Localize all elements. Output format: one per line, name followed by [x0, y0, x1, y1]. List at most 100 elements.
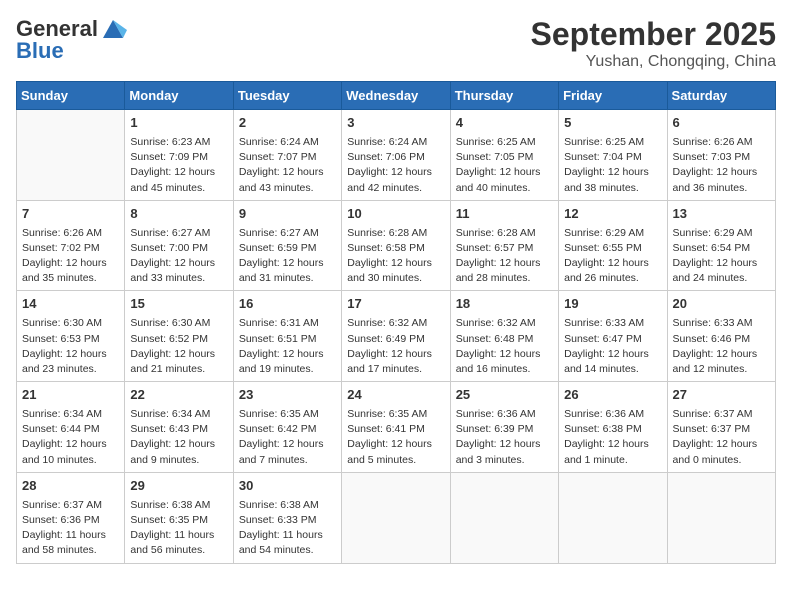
calendar-cell: 4Sunrise: 6:25 AM Sunset: 7:05 PM Daylig… [450, 110, 558, 201]
day-number: 20 [673, 295, 770, 314]
week-row-1: 1Sunrise: 6:23 AM Sunset: 7:09 PM Daylig… [17, 110, 776, 201]
day-number: 19 [564, 295, 661, 314]
day-details: Sunrise: 6:30 AM Sunset: 6:53 PM Dayligh… [22, 316, 119, 377]
day-details: Sunrise: 6:27 AM Sunset: 7:00 PM Dayligh… [130, 226, 227, 287]
calendar-cell: 20 Sunrise: 6:33 AM Sunset: 6:46 PM Dayli… [667, 291, 775, 382]
week-row-3: 14 Sunrise: 6:30 AM Sunset: 6:53 PM Dayli… [17, 291, 776, 382]
day-number: 12 [564, 205, 661, 224]
day-number: 30 [239, 477, 336, 496]
day-number: 4 [456, 114, 553, 133]
day-number: 24 [347, 386, 444, 405]
day-details: Sunrise: 6:35 AM Sunset: 6:42 PM Dayligh… [239, 407, 336, 468]
day-details: Sunrise: 6:29 AM Sunset: 6:55 PM Dayligh… [564, 226, 661, 287]
day-number: 14 [22, 295, 119, 314]
calendar-cell [342, 472, 450, 563]
day-number: 25 [456, 386, 553, 405]
calendar-cell: 28 Sunrise: 6:37 AM Sunset: 6:36 PM Dayli… [17, 472, 125, 563]
calendar-body: 1Sunrise: 6:23 AM Sunset: 7:09 PM Daylig… [17, 110, 776, 564]
weekday-header-tuesday: Tuesday [233, 82, 341, 110]
day-number: 28 [22, 477, 119, 496]
calendar-cell: 21Sunrise: 6:34 AM Sunset: 6:44 PM Dayli… [17, 382, 125, 473]
day-number: 9 [239, 205, 336, 224]
day-details: Sunrise: 6:34 AM Sunset: 6:44 PM Dayligh… [22, 407, 119, 468]
day-details: Sunrise: 6:35 AM Sunset: 6:41 PM Dayligh… [347, 407, 444, 468]
calendar-cell: 26 Sunrise: 6:36 AM Sunset: 6:38 PM Dayli… [559, 382, 667, 473]
day-details: Sunrise: 6:29 AM Sunset: 6:54 PM Dayligh… [673, 226, 770, 287]
week-row-5: 28 Sunrise: 6:37 AM Sunset: 6:36 PM Dayli… [17, 472, 776, 563]
calendar-cell: 9 Sunrise: 6:27 AM Sunset: 6:59 PM Daylig… [233, 200, 341, 291]
day-details: Sunrise: 6:32 AM Sunset: 6:48 PM Dayligh… [456, 316, 553, 377]
calendar-table: SundayMondayTuesdayWednesdayThursdayFrid… [16, 81, 776, 564]
day-number: 15 [130, 295, 227, 314]
calendar-cell: 15Sunrise: 6:30 AM Sunset: 6:52 PM Dayli… [125, 291, 233, 382]
calendar-cell: 11 Sunrise: 6:28 AM Sunset: 6:57 PM Dayli… [450, 200, 558, 291]
day-number: 16 [239, 295, 336, 314]
day-number: 5 [564, 114, 661, 133]
day-details: Sunrise: 6:37 AM Sunset: 6:37 PM Dayligh… [673, 407, 770, 468]
day-details: Sunrise: 6:25 AM Sunset: 7:04 PM Dayligh… [564, 135, 661, 196]
calendar-cell [17, 110, 125, 201]
day-details: Sunrise: 6:34 AM Sunset: 6:43 PM Dayligh… [130, 407, 227, 468]
logo: General Blue [16, 16, 128, 64]
calendar-cell: 29 Sunrise: 6:38 AM Sunset: 6:35 PM Dayli… [125, 472, 233, 563]
weekday-header-sunday: Sunday [17, 82, 125, 110]
calendar-cell: 17 Sunrise: 6:32 AM Sunset: 6:49 PM Dayli… [342, 291, 450, 382]
calendar-cell: 27 Sunrise: 6:37 AM Sunset: 6:37 PM Dayli… [667, 382, 775, 473]
calendar-cell: 2 Sunrise: 6:24 AM Sunset: 7:07 PM Daylig… [233, 110, 341, 201]
day-number: 3 [347, 114, 444, 133]
weekday-row: SundayMondayTuesdayWednesdayThursdayFrid… [17, 82, 776, 110]
calendar-cell: 10 Sunrise: 6:28 AM Sunset: 6:58 PM Dayli… [342, 200, 450, 291]
calendar-cell: 30 Sunrise: 6:38 AM Sunset: 6:33 PM Dayli… [233, 472, 341, 563]
calendar-cell: 7Sunrise: 6:26 AM Sunset: 7:02 PM Daylig… [17, 200, 125, 291]
day-details: Sunrise: 6:37 AM Sunset: 6:36 PM Dayligh… [22, 498, 119, 559]
weekday-header-thursday: Thursday [450, 82, 558, 110]
calendar-cell: 22 Sunrise: 6:34 AM Sunset: 6:43 PM Dayli… [125, 382, 233, 473]
day-number: 23 [239, 386, 336, 405]
day-number: 17 [347, 295, 444, 314]
day-details: Sunrise: 6:28 AM Sunset: 6:57 PM Dayligh… [456, 226, 553, 287]
calendar-cell: 5 Sunrise: 6:25 AM Sunset: 7:04 PM Daylig… [559, 110, 667, 201]
calendar-cell [559, 472, 667, 563]
day-number: 11 [456, 205, 553, 224]
day-details: Sunrise: 6:36 AM Sunset: 6:39 PM Dayligh… [456, 407, 553, 468]
day-details: Sunrise: 6:26 AM Sunset: 7:03 PM Dayligh… [673, 135, 770, 196]
calendar-cell: 13 Sunrise: 6:29 AM Sunset: 6:54 PM Dayli… [667, 200, 775, 291]
calendar-cell: 16 Sunrise: 6:31 AM Sunset: 6:51 PM Dayli… [233, 291, 341, 382]
page-header: General Blue September 2025 Yushan, Chon… [16, 16, 776, 71]
day-number: 18 [456, 295, 553, 314]
day-number: 26 [564, 386, 661, 405]
day-number: 2 [239, 114, 336, 133]
calendar-cell: 12 Sunrise: 6:29 AM Sunset: 6:55 PM Dayli… [559, 200, 667, 291]
calendar-cell: 19 Sunrise: 6:33 AM Sunset: 6:47 PM Dayli… [559, 291, 667, 382]
day-details: Sunrise: 6:38 AM Sunset: 6:35 PM Dayligh… [130, 498, 227, 559]
day-details: Sunrise: 6:38 AM Sunset: 6:33 PM Dayligh… [239, 498, 336, 559]
day-details: Sunrise: 6:32 AM Sunset: 6:49 PM Dayligh… [347, 316, 444, 377]
location-title: Yushan, Chongqing, China [531, 53, 776, 71]
day-details: Sunrise: 6:31 AM Sunset: 6:51 PM Dayligh… [239, 316, 336, 377]
week-row-2: 7Sunrise: 6:26 AM Sunset: 7:02 PM Daylig… [17, 200, 776, 291]
calendar-cell [450, 472, 558, 563]
day-number: 29 [130, 477, 227, 496]
day-number: 6 [673, 114, 770, 133]
day-number: 8 [130, 205, 227, 224]
day-details: Sunrise: 6:33 AM Sunset: 6:47 PM Dayligh… [564, 316, 661, 377]
day-details: Sunrise: 6:24 AM Sunset: 7:07 PM Dayligh… [239, 135, 336, 196]
day-number: 7 [22, 205, 119, 224]
day-details: Sunrise: 6:27 AM Sunset: 6:59 PM Dayligh… [239, 226, 336, 287]
calendar-cell: 25 Sunrise: 6:36 AM Sunset: 6:39 PM Dayli… [450, 382, 558, 473]
day-details: Sunrise: 6:33 AM Sunset: 6:46 PM Dayligh… [673, 316, 770, 377]
weekday-header-monday: Monday [125, 82, 233, 110]
title-block: September 2025 Yushan, Chongqing, China [531, 16, 776, 71]
day-details: Sunrise: 6:23 AM Sunset: 7:09 PM Dayligh… [130, 135, 227, 196]
day-number: 22 [130, 386, 227, 405]
calendar-cell: 8 Sunrise: 6:27 AM Sunset: 7:00 PM Daylig… [125, 200, 233, 291]
calendar-cell: 24 Sunrise: 6:35 AM Sunset: 6:41 PM Dayli… [342, 382, 450, 473]
calendar-cell: 23 Sunrise: 6:35 AM Sunset: 6:42 PM Dayli… [233, 382, 341, 473]
weekday-header-wednesday: Wednesday [342, 82, 450, 110]
day-details: Sunrise: 6:36 AM Sunset: 6:38 PM Dayligh… [564, 407, 661, 468]
day-details: Sunrise: 6:28 AM Sunset: 6:58 PM Dayligh… [347, 226, 444, 287]
day-number: 27 [673, 386, 770, 405]
calendar-cell: 14 Sunrise: 6:30 AM Sunset: 6:53 PM Dayli… [17, 291, 125, 382]
day-number: 10 [347, 205, 444, 224]
day-number: 13 [673, 205, 770, 224]
